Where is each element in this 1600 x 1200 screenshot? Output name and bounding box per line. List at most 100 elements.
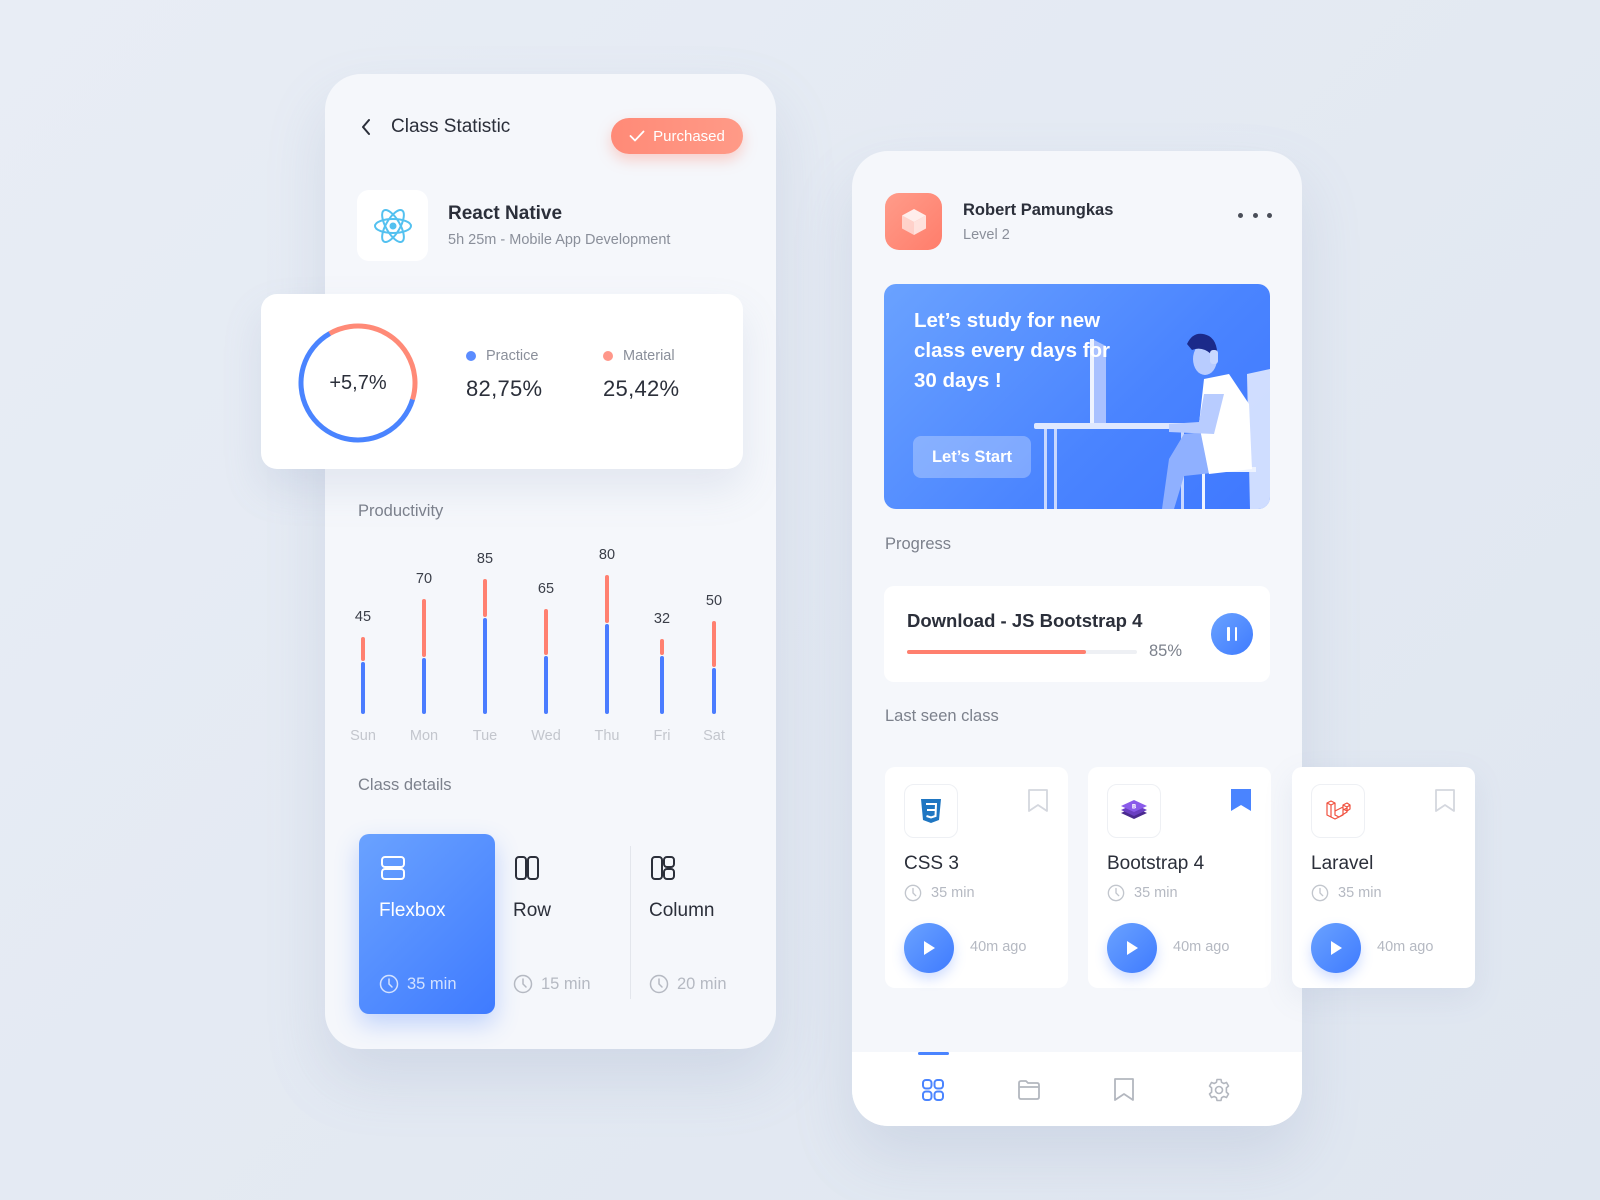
last-seen-label: Last seen class [885,707,999,725]
progress-bar [907,650,1137,654]
progress-label: Progress [885,535,952,553]
progress-percent: 85% [1149,642,1183,660]
play-icon [1127,941,1138,955]
stats-card: +5,7% Practice 82,75% Material 25,42% [261,294,743,469]
bookmark-icon[interactable] [1434,789,1456,813]
play-button[interactable] [1107,923,1157,973]
class-card-laravel[interactable]: Laravel 35 min 40m ago [1292,767,1475,988]
promo-banner: Let’s study for new class every days for… [884,284,1270,509]
flexbox-icon [381,856,405,880]
play-icon [1331,941,1342,955]
class-detail-flexbox[interactable]: Flexbox 35 min [359,834,495,1014]
x-tick-wed: Wed [531,728,561,744]
practice-stat: Practice 82,75% [466,348,542,402]
practice-dot [466,351,476,361]
clock-icon [513,974,533,994]
class-detail-column[interactable]: Column 20 min [629,834,765,1014]
data-label-thu: 80 [599,547,615,563]
home-screen: Robert Pamungkas Level 2 Let’s study for… [852,151,1302,1126]
class-detail-name: Column [649,900,715,921]
class-duration: 35 min [931,885,975,901]
class-detail-time: 15 min [541,974,591,993]
purchased-label: Purchased [653,127,725,145]
svg-text:B: B [1132,804,1137,811]
x-tick-tue: Tue [473,728,497,744]
productivity-label: Productivity [358,502,444,520]
nav-bookmarks[interactable] [1108,1074,1140,1106]
clock-icon [904,884,922,902]
course-subtitle: 5h 25m - Mobile App Development [448,232,671,248]
data-label-sun: 45 [355,609,371,625]
grid-icon [922,1079,944,1101]
clock-icon [1107,884,1125,902]
class-detail-time: 35 min [407,974,457,993]
row-icon [515,856,539,880]
user-level: Level 2 [963,226,1010,243]
pause-icon [1227,627,1230,641]
purchased-badge[interactable]: Purchased [611,118,743,154]
practice-value: 82,75% [466,376,543,401]
clock-icon [379,974,399,994]
x-tick-fri: Fri [654,728,671,744]
data-label-sat: 50 [706,593,722,609]
class-detail-name: Row [513,900,552,921]
class-statistic-screen: Class Statistic Purchased React Native 5… [325,74,776,1049]
bookmark-icon [1114,1078,1134,1101]
x-tick-mon: Mon [410,728,438,744]
bootstrap-icon: B [1107,784,1161,838]
class-name: Laravel [1311,853,1374,874]
user-profile: Robert Pamungkas Level 2 [885,193,1113,250]
class-details-label: Class details [358,776,452,794]
class-last-seen: 40m ago [1377,939,1434,955]
course-name: React Native [448,203,563,224]
bottom-nav [852,1052,1302,1126]
bookmark-icon[interactable] [1027,789,1049,813]
check-icon [629,130,645,142]
class-detail-row[interactable]: Row 15 min [493,834,629,1014]
material-stat: Material 25,42% [603,348,679,402]
gear-icon [1208,1078,1230,1102]
header: Class Statistic [355,116,510,138]
bookmark-filled-icon[interactable] [1230,789,1252,813]
class-detail-name: Flexbox [379,900,446,921]
data-label-tue: 85 [477,551,493,567]
react-icon [357,190,428,261]
class-last-seen: 40m ago [1173,939,1230,955]
cube-icon [901,208,926,235]
material-label: Material [623,348,675,364]
material-dot [603,351,613,361]
play-button[interactable] [1311,923,1361,973]
more-horizontal-icon[interactable] [1238,207,1272,223]
progress-fill [907,650,1087,654]
progress-title: Download - JS Bootstrap 4 [907,610,1143,631]
nav-settings[interactable] [1203,1074,1235,1106]
clock-icon [649,974,669,994]
column-icon [651,856,675,880]
practice-label: Practice [486,348,539,364]
nav-active-indicator [918,1052,949,1055]
data-label-wed: 65 [538,581,554,597]
class-duration: 35 min [1134,885,1178,901]
class-detail-time: 20 min [677,974,727,993]
css3-icon [904,784,958,838]
x-tick-thu: Thu [595,728,620,744]
user-name: Robert Pamungkas [963,200,1114,219]
class-card-bootstrap4[interactable]: B Bootstrap 4 35 min 40m ago [1088,767,1271,988]
nav-courses[interactable] [1013,1074,1045,1106]
material-value: 25,42% [603,376,680,401]
play-button[interactable] [904,923,954,973]
ring-label: +5,7% [329,371,387,394]
avatar[interactable] [885,193,942,250]
data-label-fri: 32 [654,611,670,627]
folder-icon [1018,1080,1040,1100]
pause-button[interactable] [1211,613,1253,655]
play-icon [924,941,935,955]
lets-start-button[interactable]: Let’s Start [913,436,1031,478]
class-name: CSS 3 [904,853,959,874]
chevron-left-icon[interactable] [355,116,377,138]
laravel-icon [1311,784,1365,838]
class-duration: 35 min [1338,885,1382,901]
clock-icon [1311,884,1329,902]
nav-dashboard[interactable] [917,1074,949,1106]
class-card-css3[interactable]: CSS 3 35 min 40m ago [885,767,1068,988]
